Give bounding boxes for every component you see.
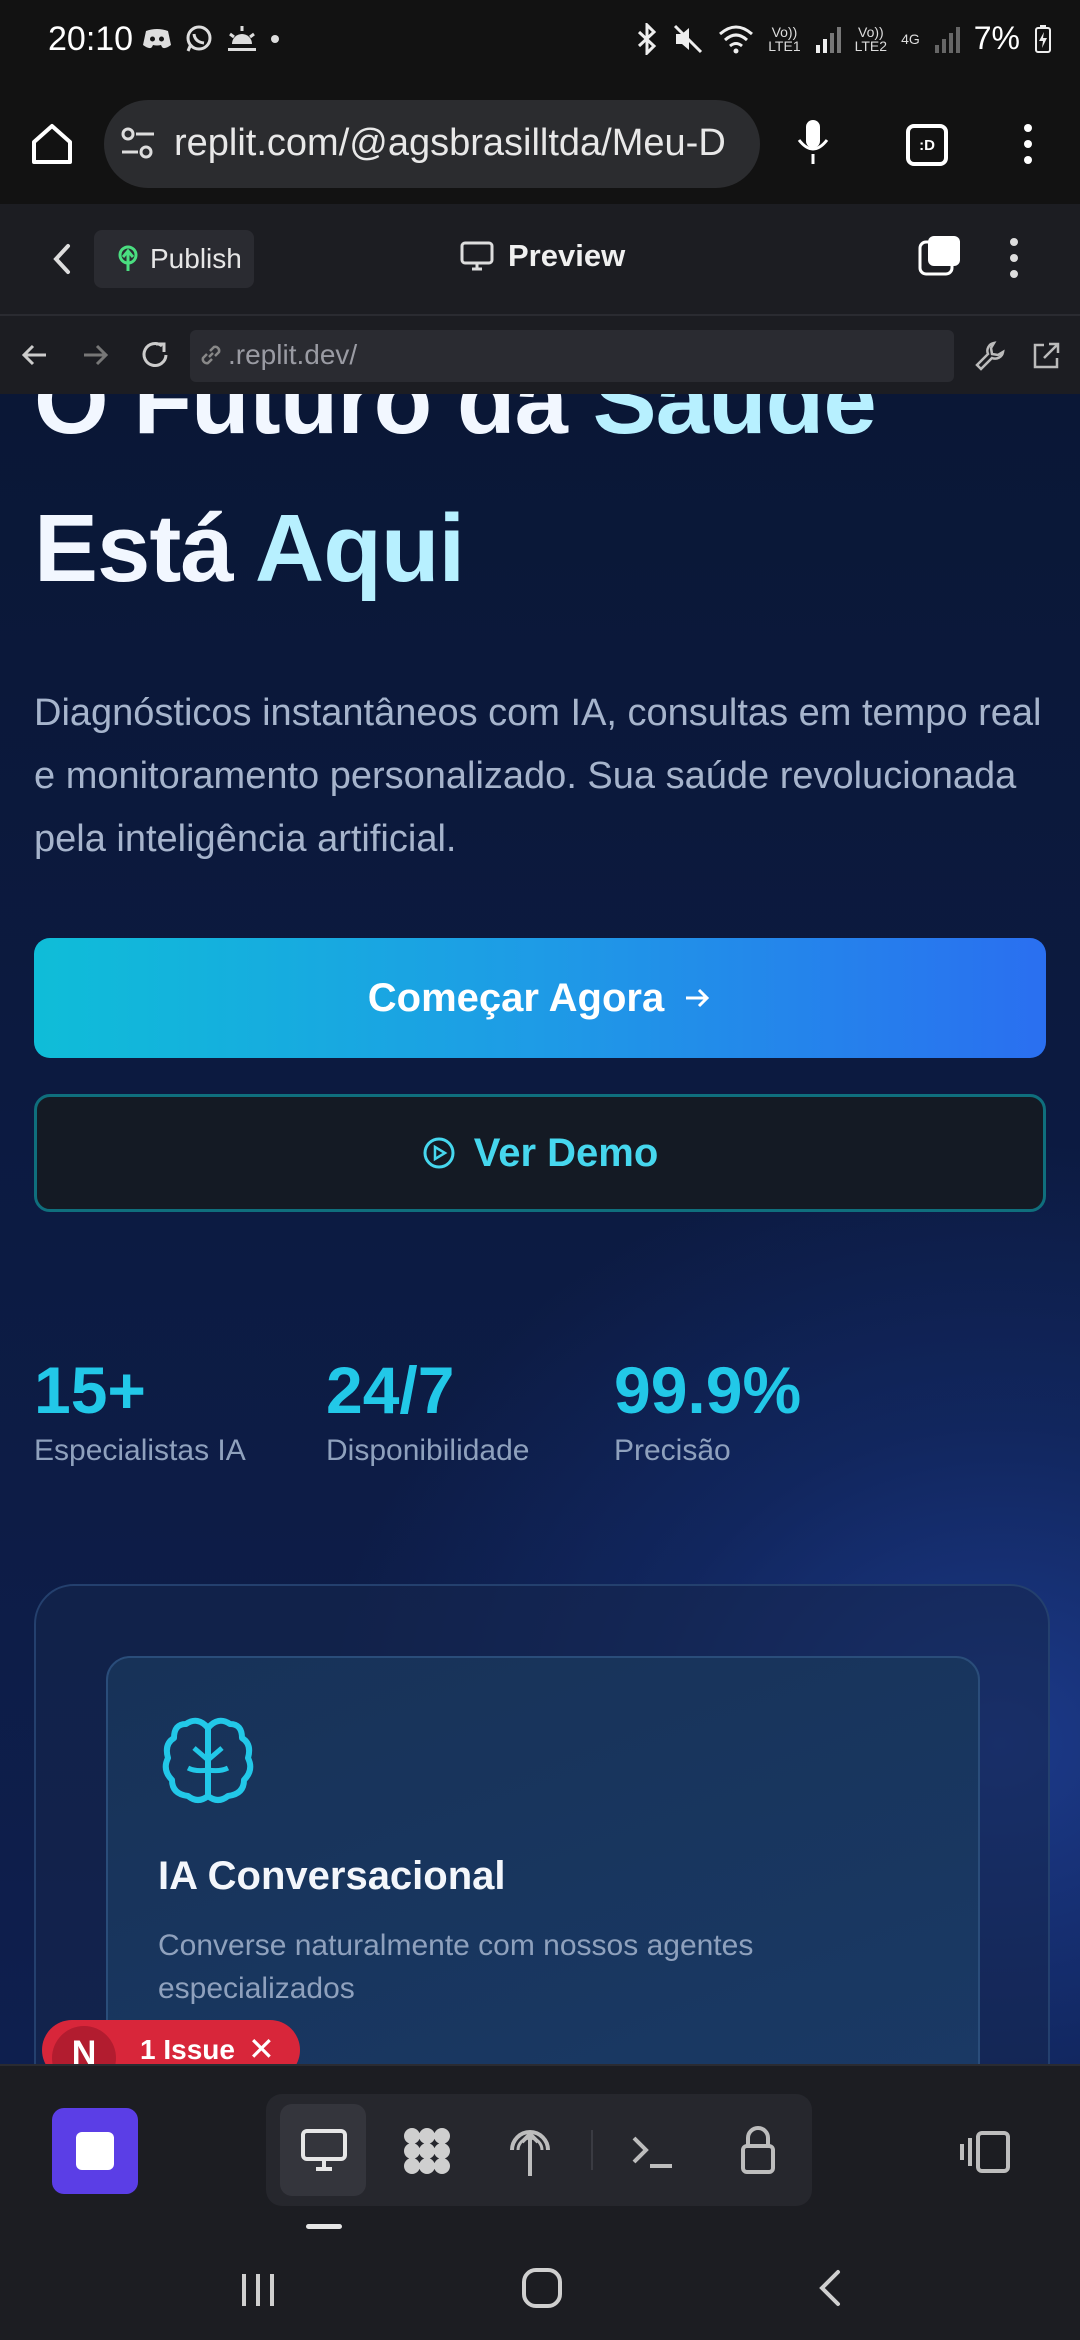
lte2-signal: Vo)) LTE2 xyxy=(854,23,888,54)
workspace-grid-icon[interactable] xyxy=(400,2124,454,2178)
wifi-icon xyxy=(719,25,754,53)
secrets-lock-icon[interactable] xyxy=(740,2124,776,2174)
monitor-icon xyxy=(460,241,494,271)
tab-switcher-button[interactable]: :D xyxy=(906,124,948,166)
stop-button[interactable] xyxy=(52,2108,138,2194)
shell-icon[interactable] xyxy=(630,2132,674,2172)
start-now-label: Começar Agora xyxy=(367,975,665,1020)
battery-percent: 7% xyxy=(973,20,1020,56)
more-notifications-dot-icon xyxy=(271,35,279,43)
hero-title-line1: O Futuro da Saúde xyxy=(34,394,877,456)
hero-title-part: Está xyxy=(34,495,234,602)
url-text[interactable]: replit.com/@agsbrasilltda/Meu-D xyxy=(174,122,754,165)
stat-value-specialists: 15+ xyxy=(34,1353,146,1427)
feature-title: IA Conversacional xyxy=(158,1854,506,1898)
preview-label: Preview xyxy=(508,238,626,273)
play-circle-icon xyxy=(423,1137,455,1169)
hero-title-line2: Está Aqui xyxy=(34,494,465,604)
mute-icon xyxy=(674,24,703,53)
preview-tab-title: Preview xyxy=(460,238,625,274)
publish-icon xyxy=(118,245,138,271)
hero-title-highlight: Aqui xyxy=(254,495,465,602)
network-type: 4G xyxy=(901,30,920,47)
home-icon[interactable] xyxy=(30,122,74,166)
view-demo-label: Ver Demo xyxy=(473,1130,659,1175)
toolbar-divider xyxy=(591,2130,593,2170)
hero-title-part: O Futuro da xyxy=(34,394,568,454)
deploy-icon[interactable] xyxy=(506,2124,554,2178)
stat-label-availability: Disponibilidade xyxy=(326,1434,530,1467)
voice-search-icon[interactable] xyxy=(796,118,830,168)
signal-icon-2 xyxy=(934,26,960,53)
bluetooth-icon xyxy=(638,22,657,55)
signal-icon xyxy=(815,26,841,53)
replit-menu-icon[interactable] xyxy=(1006,236,1022,280)
webview-back-icon[interactable] xyxy=(20,340,50,370)
active-tab-indicator xyxy=(306,2224,342,2229)
link-icon xyxy=(198,342,224,368)
webview-forward-icon[interactable] xyxy=(80,340,110,370)
status-time: 20:10 xyxy=(48,20,134,58)
devtools-wrench-icon[interactable] xyxy=(974,340,1006,372)
stat-value-availability: 24/7 xyxy=(326,1353,455,1427)
webview-reload-icon[interactable] xyxy=(138,338,172,372)
stat-label-specialists: Especialistas IA xyxy=(34,1434,246,1467)
brain-icon xyxy=(158,1710,258,1810)
hero-description: Diagnósticos instantâneos com IA, consul… xyxy=(34,692,1042,860)
recent-apps-icon[interactable] xyxy=(238,2270,278,2310)
issue-count-label: 1 Issue xyxy=(140,2034,235,2065)
whatsapp-icon xyxy=(186,25,212,52)
status-right: Vo)) LTE1 Vo)) LTE2 4G 7% xyxy=(636,20,1052,57)
weather-icon xyxy=(228,26,256,51)
open-external-icon[interactable] xyxy=(1030,340,1062,372)
view-demo-button[interactable]: Ver Demo xyxy=(34,1094,1046,1212)
battery-charging-icon xyxy=(1035,24,1051,53)
close-icon[interactable]: ✕ xyxy=(248,2030,275,2068)
tabs-overview-icon[interactable] xyxy=(918,234,962,278)
stop-icon xyxy=(76,2132,114,2170)
discord-icon xyxy=(143,29,171,49)
publish-button[interactable]: Publish xyxy=(94,230,254,288)
start-now-button[interactable]: Começar Agora xyxy=(34,938,1046,1058)
back-chevron-icon[interactable] xyxy=(50,242,74,276)
stat-value-precision: 99.9% xyxy=(614,1353,802,1427)
hero-title-highlight: Saúde xyxy=(592,394,877,454)
browser-menu-icon[interactable] xyxy=(1020,120,1036,168)
arrow-right-icon xyxy=(686,988,710,1008)
lte1-signal: Vo)) LTE1 xyxy=(768,23,801,54)
webview-address-text[interactable]: .replit.dev/ xyxy=(228,339,357,371)
notification-icons xyxy=(142,24,280,54)
stat-label-precision: Precisão xyxy=(614,1434,731,1467)
site-settings-icon[interactable] xyxy=(120,126,156,160)
layout-toggle-icon[interactable] xyxy=(958,2130,1012,2174)
web-preview: O Futuro da Saúde Está Aqui Diagnósticos… xyxy=(0,394,1080,2064)
back-nav-icon[interactable] xyxy=(814,2268,844,2308)
home-nav-icon[interactable] xyxy=(520,2266,564,2310)
feature-description: Converse naturalmente com nossos agentes… xyxy=(158,1929,754,2005)
preview-tool-icon[interactable] xyxy=(300,2128,348,2172)
publish-label: Publish xyxy=(150,243,242,274)
